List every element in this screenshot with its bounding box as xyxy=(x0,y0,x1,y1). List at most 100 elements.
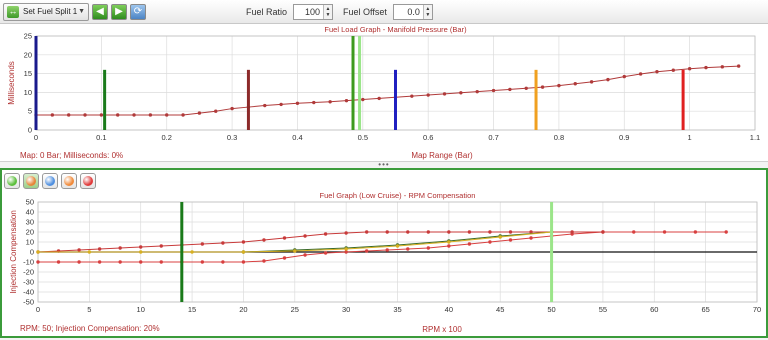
data-point xyxy=(622,74,626,79)
y-tick-label: 50 xyxy=(26,198,34,207)
data-point xyxy=(230,106,234,111)
fuel-load-graph-panel: Fuel Load Graph - Manifold Pressure (Bar… xyxy=(0,24,768,162)
data-point xyxy=(50,113,55,117)
split-icon: ↔ xyxy=(7,5,19,18)
rpm-compensation-chart[interactable]: Fuel Graph (Low Cruise) - RPM Compensati… xyxy=(2,170,766,336)
x-tick-label: 0 xyxy=(34,133,38,142)
fuel-offset-value: 0.0 xyxy=(407,6,420,17)
data-point xyxy=(447,230,451,234)
x-tick-label: 0.2 xyxy=(162,133,172,142)
x-tick-label: 0.4 xyxy=(292,133,302,142)
y-tick-label: -10 xyxy=(23,258,34,267)
fuel-load-chart[interactable]: Fuel Load Graph - Manifold Pressure (Bar… xyxy=(0,24,768,162)
data-point xyxy=(221,241,225,245)
y-tick-label: 5 xyxy=(28,107,32,116)
data-point xyxy=(148,113,153,117)
top-status-text: Map: 0 Bar; Milliseconds: 0% xyxy=(20,151,124,160)
fuel-offset-spinner[interactable]: ▲ ▼ xyxy=(422,4,432,19)
data-point xyxy=(573,82,577,86)
data-point xyxy=(221,260,225,264)
x-axis-label: Map Range (Bar) xyxy=(411,151,473,160)
data-point xyxy=(724,230,728,234)
x-tick-label: 0.6 xyxy=(423,133,433,142)
data-point xyxy=(241,240,246,244)
data-point xyxy=(606,77,610,82)
forward-arrow-icon[interactable]: ▶ xyxy=(111,3,127,20)
data-point xyxy=(426,230,431,234)
fuel-split-dropdown[interactable]: ↔ Set Fuel Split 1 ▼ xyxy=(3,2,89,21)
data-point xyxy=(406,247,410,251)
x-tick-label: 20 xyxy=(239,305,247,314)
data-point xyxy=(56,260,61,264)
data-point xyxy=(508,238,513,242)
data-point xyxy=(132,113,136,117)
data-point xyxy=(99,113,104,117)
data-point xyxy=(328,100,332,104)
x-tick-label: 45 xyxy=(496,305,504,314)
data-point xyxy=(97,260,102,264)
fuel-ratio-input[interactable]: 100 ▲ ▼ xyxy=(293,3,334,20)
x-tick-label: 0.9 xyxy=(619,133,629,142)
data-point xyxy=(118,260,122,264)
data-point xyxy=(385,248,389,252)
data-point xyxy=(262,259,266,263)
data-point xyxy=(279,102,283,107)
data-point xyxy=(467,230,472,234)
data-point xyxy=(303,234,307,238)
fuel-ratio-spinner[interactable]: ▲ ▼ xyxy=(323,4,333,19)
data-point xyxy=(426,93,430,97)
data-point xyxy=(197,111,202,115)
y-axis-label: Milliseconds xyxy=(7,61,16,105)
y-tick-label: 20 xyxy=(26,228,34,237)
data-point xyxy=(323,232,328,236)
data-point xyxy=(118,246,122,250)
data-point xyxy=(241,250,246,254)
refresh-icon[interactable]: ⟳ xyxy=(130,3,146,20)
x-tick-label: 15 xyxy=(188,305,196,314)
x-tick-label: 5 xyxy=(87,305,91,314)
data-point xyxy=(139,260,143,264)
fuel-offset-input[interactable]: 0.0 ▲ ▼ xyxy=(392,3,433,20)
data-point xyxy=(36,250,40,254)
chevron-down-icon: ▼ xyxy=(78,8,85,15)
x-tick-label: 70 xyxy=(753,305,761,314)
data-point xyxy=(406,230,410,234)
data-point xyxy=(87,250,92,254)
fuel-split-label: Set Fuel Split 1 xyxy=(23,7,78,16)
data-point xyxy=(687,67,692,71)
back-arrow-icon[interactable]: ◀ xyxy=(92,3,108,20)
y-axis-label: Injection Compensation xyxy=(9,210,18,294)
data-point xyxy=(159,260,163,264)
x-tick-label: 65 xyxy=(701,305,709,314)
data-point xyxy=(570,230,574,234)
data-point xyxy=(467,242,472,246)
data-point xyxy=(638,72,643,76)
data-point xyxy=(181,113,185,117)
chart-title: Fuel Graph (Low Cruise) - RPM Compensati… xyxy=(320,191,476,200)
data-point xyxy=(426,246,431,250)
x-tick-label: 0.8 xyxy=(554,133,564,142)
data-point xyxy=(693,230,698,234)
data-point xyxy=(263,103,267,108)
y-tick-label: 40 xyxy=(26,208,34,217)
data-point xyxy=(77,260,81,264)
y-tick-label: 15 xyxy=(24,69,32,78)
data-point xyxy=(200,260,205,264)
data-point xyxy=(395,244,400,248)
y-tick-label: -50 xyxy=(23,298,34,307)
data-point xyxy=(241,260,246,264)
data-point xyxy=(293,249,297,253)
data-point xyxy=(139,245,143,249)
data-point xyxy=(704,65,708,70)
data-point xyxy=(165,113,169,117)
y-tick-label: 10 xyxy=(26,238,34,247)
fuel-ratio-value: 100 xyxy=(305,6,321,17)
y-tick-label: -40 xyxy=(23,288,34,297)
data-point xyxy=(410,94,414,98)
x-tick-label: 60 xyxy=(650,305,658,314)
data-point xyxy=(655,70,659,74)
data-point xyxy=(447,244,451,248)
x-tick-label: 40 xyxy=(445,305,453,314)
x-tick-label: 10 xyxy=(137,305,145,314)
x-tick-label: 0 xyxy=(36,305,40,314)
